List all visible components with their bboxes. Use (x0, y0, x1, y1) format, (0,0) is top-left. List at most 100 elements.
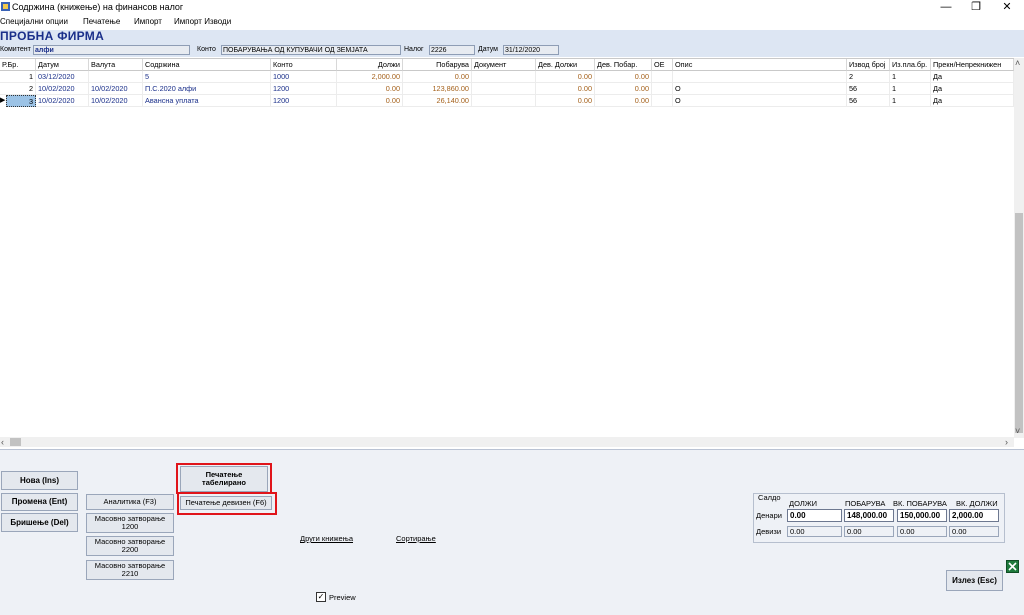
table-cell[interactable]: 0.00 (536, 71, 595, 83)
table-cell[interactable]: 0.00 (337, 95, 403, 107)
minimize-button[interactable]: — (931, 0, 961, 15)
table-cell[interactable] (652, 95, 673, 107)
col-header-dolzhi[interactable]: Должи (337, 59, 403, 71)
col-header-datum[interactable]: Датум (36, 59, 89, 71)
delete-button[interactable]: Бришење (Del) (1, 513, 78, 532)
entries-grid[interactable]: Р.Бр. Датум Валута Содржина Конто Должи … (0, 58, 1014, 439)
col-header-valuta[interactable]: Валута (89, 59, 143, 71)
table-cell[interactable]: О (673, 83, 847, 95)
table-cell[interactable]: 0.00 (595, 95, 652, 107)
table-cell[interactable]: Авансна уплата (143, 95, 271, 107)
scroll-up-icon[interactable]: ˄ (1015, 58, 1020, 68)
col-header-konto[interactable]: Конто (271, 59, 337, 71)
table-cell[interactable]: 1000 (271, 71, 337, 83)
col-header-dev-pobar[interactable]: Дев. Побар. (595, 59, 652, 71)
table-cell[interactable]: 10/02/2020 (36, 95, 89, 107)
saldo-header-vk-pobaruva: ВК. ПОБАРУВА (893, 499, 947, 508)
table-cell[interactable]: 0.00 (595, 83, 652, 95)
menu-import[interactable]: Импорт (134, 17, 162, 26)
table-cell[interactable]: 26,140.00 (403, 95, 472, 107)
saldo-denari-vk-dolzhi: 2,000.00 (949, 509, 999, 522)
horizontal-scroll-thumb[interactable] (10, 438, 21, 446)
table-cell[interactable]: Да (931, 95, 1014, 107)
col-header-preknizhen[interactable]: Прекн/Непрекнижен (931, 59, 1014, 71)
table-cell[interactable]: 0.00 (595, 71, 652, 83)
col-header-rbr[interactable]: Р.Бр. (0, 59, 36, 71)
konto-field[interactable]: ПОБАРУВАЊА ОД КУПУВАЧИ ОД ЗЕМЈАТА (221, 45, 401, 55)
col-header-izvod-broj[interactable]: Извод број (847, 59, 890, 71)
sorting-link[interactable]: Сортирање (396, 534, 436, 543)
datum-field[interactable]: 31/12/2020 (503, 45, 559, 55)
col-header-pobaruva[interactable]: Побарува (403, 59, 472, 71)
table-cell[interactable] (652, 71, 673, 83)
col-header-oe[interactable]: ОЕ (652, 59, 673, 71)
table-cell[interactable]: 0.00 (536, 95, 595, 107)
change-button[interactable]: Промена (Ent) (1, 493, 78, 511)
preview-checkbox[interactable]: ✓ (316, 592, 326, 602)
saldo-denari-pobaruva: 148,000.00 (844, 509, 894, 522)
table-cell[interactable] (472, 95, 536, 107)
table-cell[interactable]: Да (931, 71, 1014, 83)
table-cell[interactable]: О (673, 95, 847, 107)
table-cell[interactable]: 1 (890, 95, 931, 107)
col-header-dev-dolzhi[interactable]: Дев. Должи (536, 59, 595, 71)
company-name: ПРОБНА ФИРМА (0, 29, 105, 43)
table-cell[interactable]: 0.00 (536, 83, 595, 95)
table-cell[interactable]: П.С.2020 алфи (143, 83, 271, 95)
col-header-iz-pla-br[interactable]: Из.пла.бр. (890, 59, 931, 71)
mass-close-2200-button[interactable]: Масовно затворање 2200 (86, 536, 174, 556)
nalog-field[interactable]: 2226 (429, 45, 475, 55)
table-cell[interactable]: 0.00 (403, 71, 472, 83)
vertical-scroll-thumb[interactable] (1015, 213, 1023, 433)
table-cell[interactable]: 2 (847, 71, 890, 83)
table-cell[interactable]: 56 (847, 95, 890, 107)
table-cell[interactable] (472, 71, 536, 83)
scroll-left-icon[interactable]: ‹ (1, 437, 4, 447)
menu-import-statements[interactable]: Импорт Изводи (174, 17, 231, 26)
table-cell[interactable]: 1 (890, 71, 931, 83)
table-cell[interactable]: 10/02/2020 (89, 95, 143, 107)
table-cell[interactable] (652, 83, 673, 95)
horizontal-scrollbar[interactable] (0, 437, 1014, 447)
table-cell[interactable]: 03/12/2020 (36, 71, 89, 83)
table-cell[interactable]: 1200 (271, 83, 337, 95)
col-header-sodrzhina[interactable]: Содржина (143, 59, 271, 71)
saldo-devizi-dolzhi: 0.00 (787, 526, 842, 537)
scroll-right-icon[interactable]: › (1005, 437, 1008, 447)
table-cell[interactable] (472, 83, 536, 95)
table-cell[interactable] (673, 71, 847, 83)
table-cell[interactable]: 10/02/2020 (36, 83, 89, 95)
menu-special-options[interactable]: Специјални опции (0, 17, 68, 26)
table-cell[interactable]: 10/02/2020 (89, 83, 143, 95)
exit-button[interactable]: Излез (Esc) (946, 570, 1003, 591)
col-header-opis[interactable]: Опис (673, 59, 847, 71)
table-cell[interactable]: 2 (0, 83, 36, 95)
table-cell[interactable]: 5 (143, 71, 271, 83)
scroll-down-icon[interactable]: ˅ (1015, 426, 1020, 436)
other-postings-link[interactable]: Други книжења (300, 534, 353, 543)
mass-close-1200-button[interactable]: Масовно затворање 1200 (86, 513, 174, 533)
analytics-button[interactable]: Аналитика (F3) (86, 494, 174, 510)
table-cell[interactable]: 1200 (271, 95, 337, 107)
new-button[interactable]: Нова (Ins) (1, 471, 78, 490)
table-cell[interactable]: 0.00 (337, 83, 403, 95)
excel-icon[interactable] (1006, 560, 1019, 573)
saldo-denari-label: Денари (756, 511, 782, 520)
mass-close-2210-button[interactable]: Масовно затворање 2210 (86, 560, 174, 580)
komitent-field[interactable]: алфи (33, 45, 190, 55)
menu-printing[interactable]: Печатење (83, 17, 120, 26)
table-cell[interactable]: 56 (847, 83, 890, 95)
restore-button[interactable]: ❐ (961, 0, 991, 15)
table-cell[interactable]: 2,000.00 (337, 71, 403, 83)
col-header-dokument[interactable]: Документ (472, 59, 536, 71)
table-cell[interactable]: 1 (890, 83, 931, 95)
table-cell[interactable]: 1 (0, 71, 36, 83)
close-button[interactable]: ✕ (992, 0, 1022, 15)
table-cell[interactable] (89, 71, 143, 83)
preview-label: Preview (329, 593, 356, 602)
saldo-devizi-pobaruva: 0.00 (844, 526, 894, 537)
table-cell[interactable]: Да (931, 83, 1014, 95)
table-cell[interactable]: 123,860.00 (403, 83, 472, 95)
app-icon (1, 2, 10, 11)
table-cell[interactable]: 3 (6, 95, 36, 107)
